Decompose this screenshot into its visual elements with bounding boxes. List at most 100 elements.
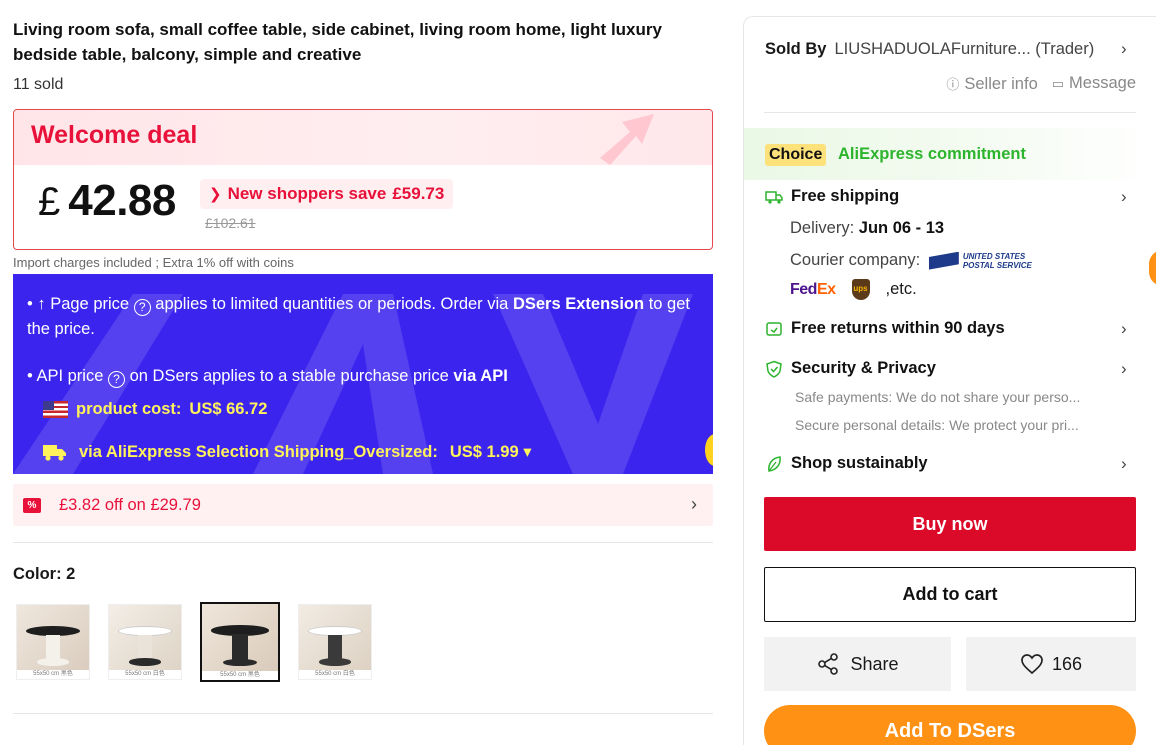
coupon-text: £3.82 off on £29.79 [59, 495, 201, 514]
bolt-icon: ❯ [209, 186, 222, 203]
seller-info-label: Seller info [964, 75, 1038, 93]
save-amount: £59.73 [392, 184, 445, 203]
fedex-logo: FedEx [790, 281, 836, 299]
message-link[interactable]: ▭ Message [1052, 74, 1136, 94]
choice-badge: Choice [765, 144, 827, 166]
chevron-right-icon[interactable]: › [1121, 187, 1127, 207]
carriers-etc: ,etc. [885, 280, 917, 298]
chevron-right-icon: › [691, 494, 697, 514]
via-api-link: via API [453, 367, 508, 385]
security-title: Security & Privacy [791, 359, 936, 377]
add-to-dsers-button[interactable]: Add To DSers [764, 705, 1136, 745]
ups-logo: ups [851, 279, 870, 300]
sold-count: 11 sold [13, 76, 64, 93]
delivery-dates: Jun 06 - 13 [858, 219, 945, 237]
wishlist-button[interactable]: 166 [966, 637, 1136, 691]
commitment-text: AliExpress commitment [838, 145, 1026, 163]
swatch-caption: 55x50 cm 黑色 [202, 671, 278, 680]
help-icon[interactable]: ? [108, 371, 125, 388]
table-base [129, 658, 161, 666]
share-icon [818, 653, 839, 675]
usps-eagle-icon [928, 251, 959, 270]
coupon-icon: % [23, 497, 41, 513]
store-name[interactable]: LIUSHADUOLAFurniture... (Trader) [834, 40, 1094, 59]
shipping-method-label: via AliExpress Selection Shipping_Oversi… [79, 442, 438, 461]
original-price: £102.61 [205, 215, 256, 231]
price-value: 42.88 [68, 176, 176, 225]
usps-text: UNITED STATES POSTAL SERVICE [963, 252, 1032, 270]
wishlist-count: 166 [1051, 653, 1083, 674]
leaf-icon [768, 455, 781, 472]
welcome-deal-card: Welcome deal £ 42.88 ❯ New shoppers save… [13, 109, 713, 250]
message-icon: ▭ [1051, 76, 1065, 91]
swatch-caption: 55x50 cm 黑色 [17, 670, 89, 679]
deal-arrow-decoration [600, 114, 654, 165]
usps-logo: UNITED STATES POSTAL SERVICE [928, 251, 1032, 270]
free-shipping-title: Free shipping [791, 187, 900, 205]
free-returns-row[interactable]: Free returns within 90 days [765, 319, 1005, 338]
buy-now-button[interactable]: Buy now [764, 497, 1136, 551]
share-label: Share [850, 653, 899, 674]
page-price-middle: applies to limited quantities or periods… [155, 295, 509, 313]
table-base [37, 658, 69, 666]
deal-header: Welcome deal [14, 110, 712, 165]
api-price-middle: on DSers applies to a stable purchase pr… [129, 367, 449, 385]
heart-icon [1021, 654, 1043, 675]
sustain-title: Shop sustainably [791, 454, 928, 472]
security-privacy-row[interactable]: Security & Privacy [765, 359, 936, 378]
carrier-logos: FedEx ups ,etc. [790, 279, 917, 300]
courier-row: Courier company: UNITED STATES POSTAL SER… [790, 251, 1032, 270]
truck-icon [765, 190, 783, 204]
info-icon: ⓘ [946, 77, 960, 92]
table-stem [232, 634, 248, 661]
table-base [319, 658, 351, 666]
add-to-cart-button[interactable]: Add to cart [764, 567, 1136, 622]
section-divider [13, 542, 713, 543]
shipping-method-value[interactable]: US$ 1.99 ▾ [450, 442, 532, 462]
shop-sustainably-row[interactable]: Shop sustainably [765, 454, 928, 473]
sold-by-row[interactable]: Sold By LIUSHADUOLAFurniture... (Trader)… [765, 39, 1127, 59]
purchase-panel: Sold By LIUSHADUOLAFurniture... (Trader)… [743, 16, 1156, 745]
product-cost-value: US$ 66.72 [189, 400, 268, 418]
chevron-right-icon[interactable]: › [1121, 454, 1127, 474]
chevron-right-icon[interactable]: › [1121, 359, 1127, 379]
share-button[interactable]: Share [764, 637, 951, 691]
fedex-fe: Fed [790, 280, 817, 298]
color-swatch-selected[interactable]: 55x50 cm 黑色 [200, 602, 280, 682]
coupon-row[interactable]: % £3.82 off on £29.79 › [13, 484, 713, 526]
swatch-caption: 55x50 cm 白色 [109, 670, 181, 679]
shield-icon [766, 360, 782, 378]
page-price-prefix: • ↑ Page price [27, 295, 130, 313]
dsers-extension-link[interactable]: DSers Extension [513, 295, 644, 313]
chevron-right-icon: › [1121, 39, 1127, 58]
help-icon[interactable]: ? [133, 299, 151, 316]
fedex-ex: Ex [816, 280, 836, 298]
color-swatch[interactable]: 55x50 cm 白色 [108, 604, 182, 680]
color-swatches: 55x50 cm 黑色 55x50 cm 白色 55x50 cm 黑色 55x5… [16, 602, 372, 682]
product-cost-row: product cost: US$ 66.72 [43, 400, 267, 419]
delivery-row: Delivery: Jun 06 - 13 [790, 219, 944, 238]
seller-info-link[interactable]: ⓘ Seller info [946, 74, 1037, 94]
chevron-right-icon[interactable]: › [1121, 319, 1127, 339]
seller-links: ⓘ Seller info ▭ Message [946, 74, 1136, 94]
price-currency: £ [38, 180, 61, 224]
color-swatch[interactable]: 55x50 cm 白色 [298, 604, 372, 680]
section-divider [13, 713, 713, 714]
free-returns-title: Free returns within 90 days [791, 319, 1005, 337]
color-swatch[interactable]: 55x50 cm 黑色 [16, 604, 90, 680]
us-flag-icon [43, 401, 68, 418]
delivery-label: Delivery: [790, 219, 855, 237]
import-charges-note: Import charges included ; Extra 1% off w… [13, 255, 294, 270]
security-line-2: Secure personal details: We protect your… [795, 417, 1079, 433]
free-shipping-row[interactable]: Free shipping [765, 187, 899, 206]
usps-line-2: POSTAL SERVICE [962, 260, 1032, 270]
product-cost-label: product cost: [76, 400, 182, 418]
product-title: Living room sofa, small coffee table, si… [13, 20, 662, 64]
truck-icon [43, 445, 66, 461]
price-display: £ 42.88 [38, 176, 176, 226]
panel-divider [764, 112, 1136, 113]
api-price-prefix: • API price [27, 367, 104, 385]
dsers-shipping-row[interactable]: via AliExpress Selection Shipping_Oversi… [43, 442, 532, 462]
api-price-note: • API price ? on DSers applies to a stab… [27, 364, 508, 388]
dsers-price-panel: • ↑ Page price ? applies to limited quan… [13, 274, 713, 474]
